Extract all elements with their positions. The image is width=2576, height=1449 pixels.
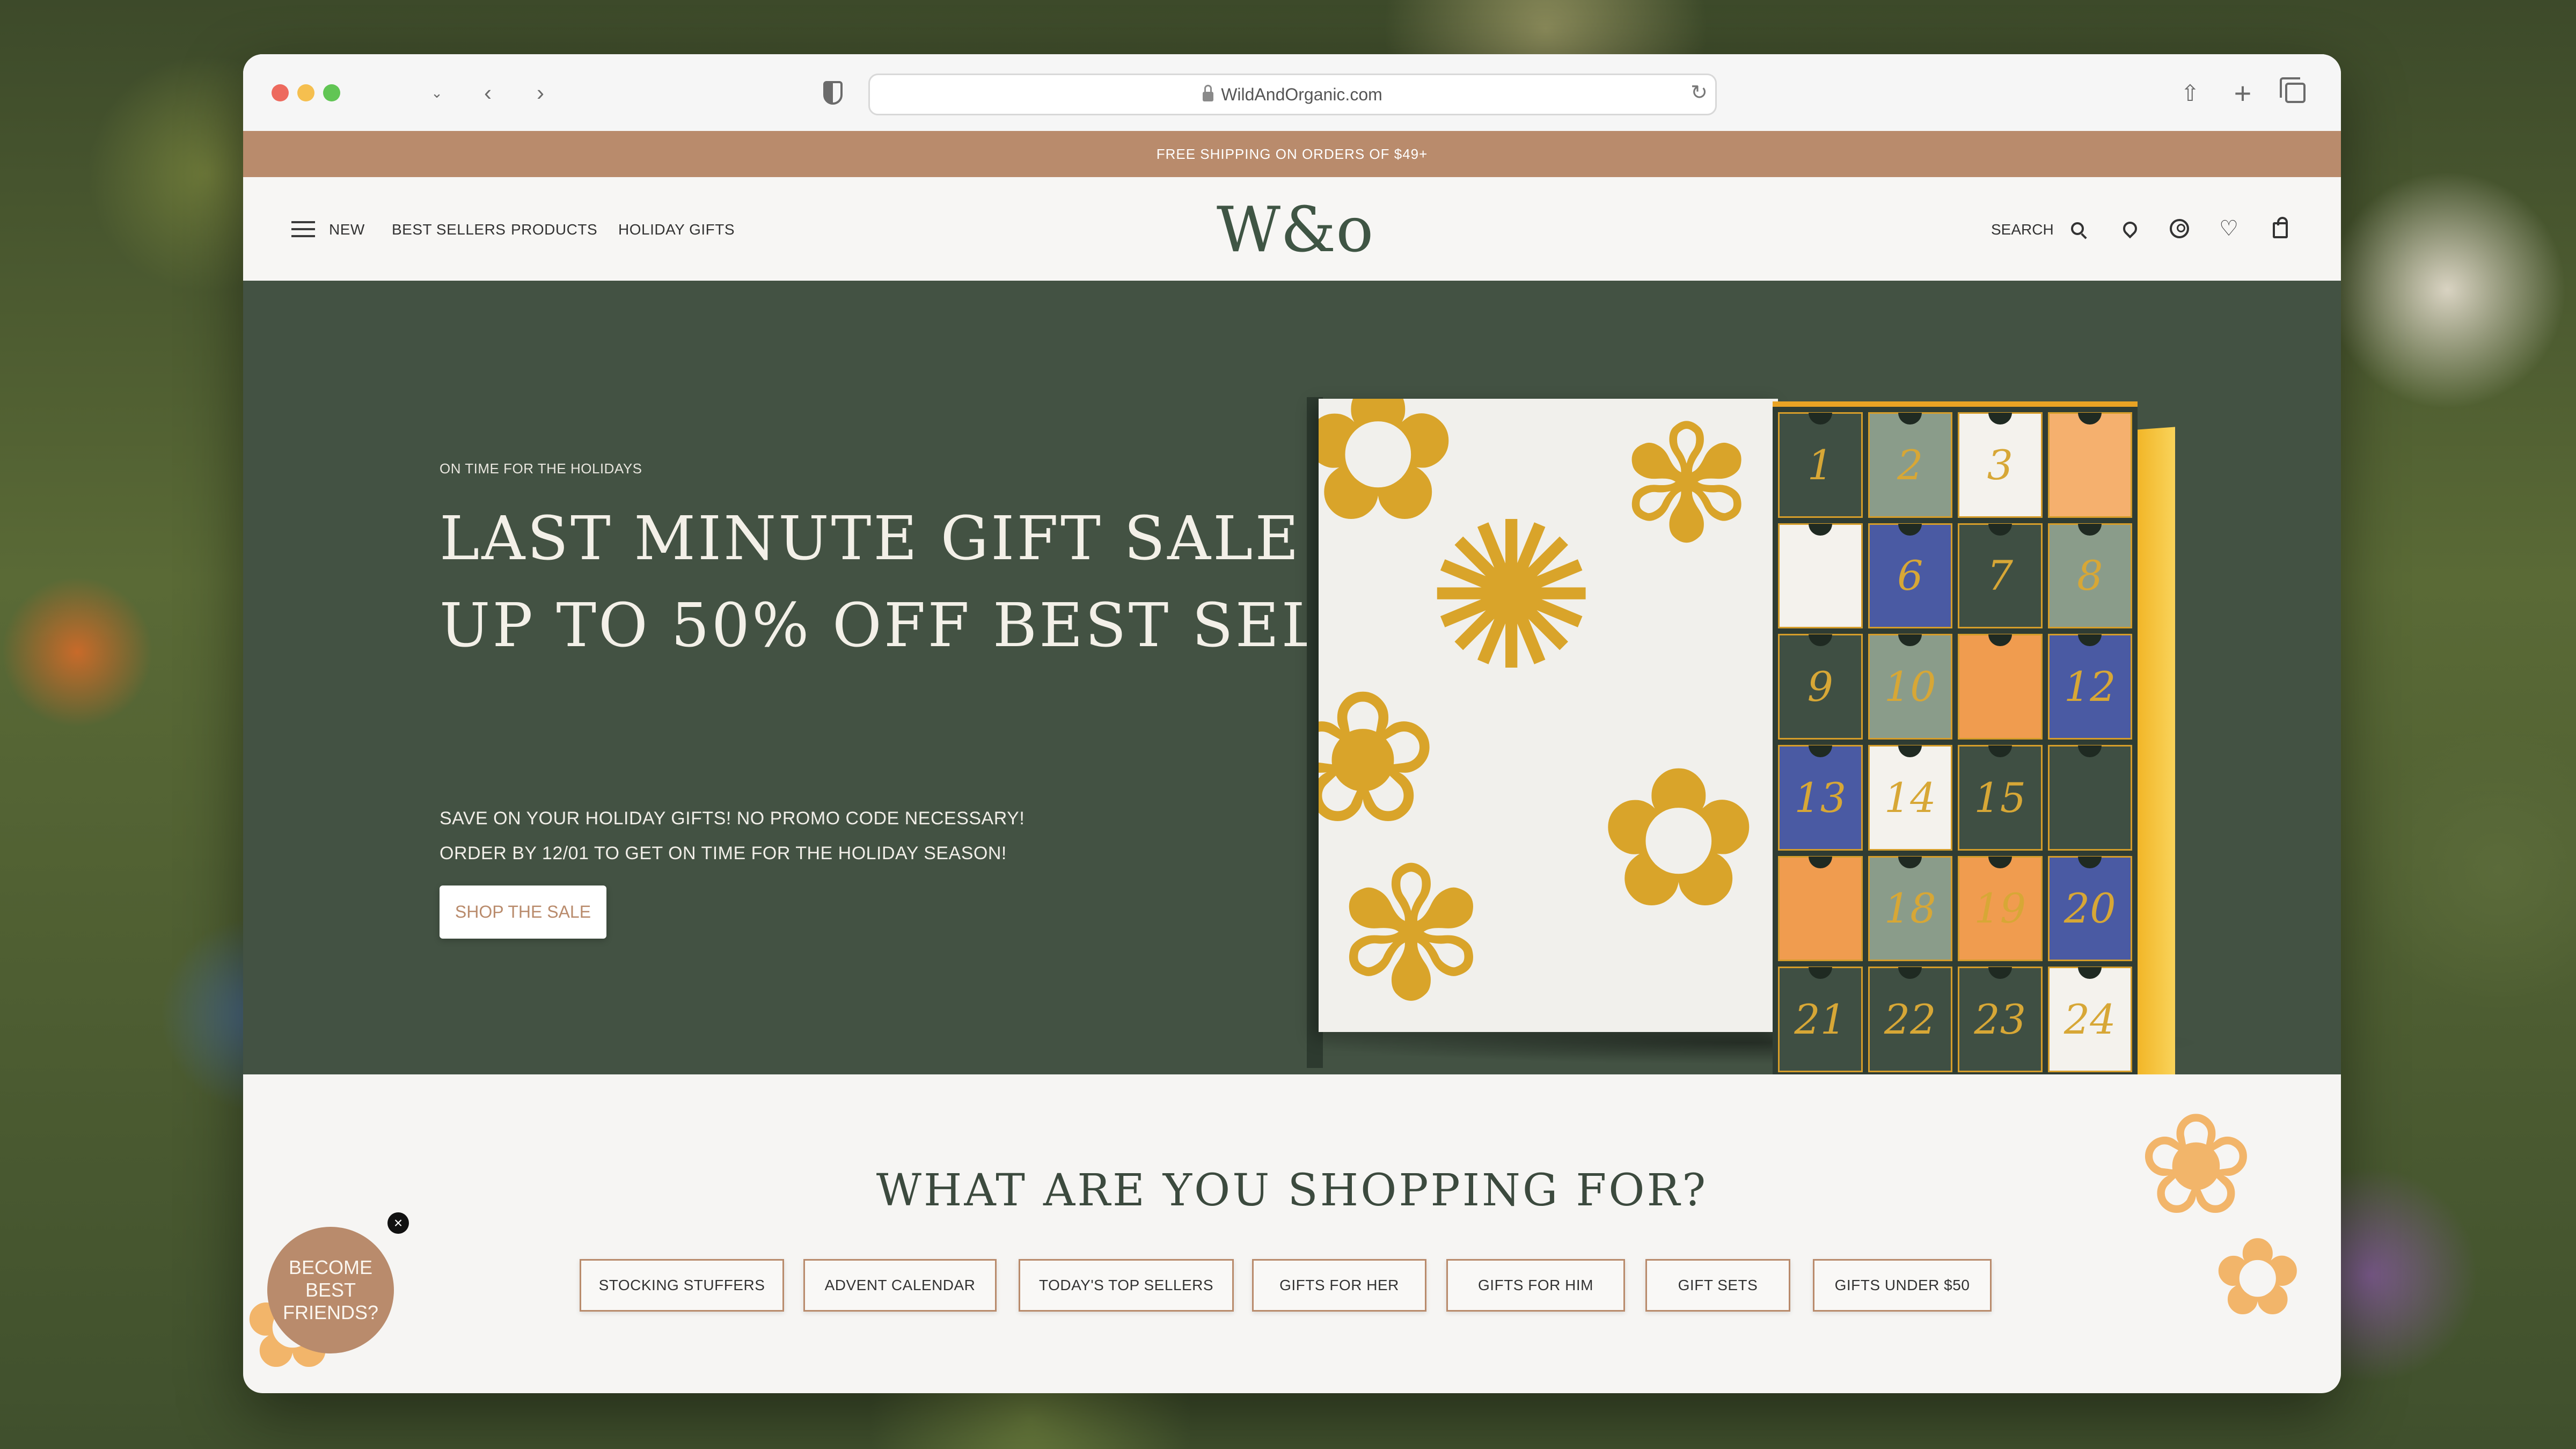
popup-label-line3: FRIENDS? xyxy=(282,1301,379,1323)
become-best-friends-popup[interactable]: BECOME BEST FRIENDS? xyxy=(267,1227,394,1353)
calendar-drawer xyxy=(1778,855,1863,962)
chip-gifts-for-him[interactable]: GIFTS FOR HIM xyxy=(1446,1259,1625,1312)
minimize-window-button[interactable] xyxy=(297,84,314,101)
nav-item-holiday-gifts[interactable]: HOLIDAY GIFTS xyxy=(618,221,735,238)
sunflower-decoration: ✾ xyxy=(1335,833,1488,1032)
heart-icon[interactable]: ♡ xyxy=(2217,217,2241,240)
menu-icon[interactable] xyxy=(291,221,315,237)
site-logo[interactable]: W&o xyxy=(1217,192,1373,267)
calendar-drawer: 12 xyxy=(2047,634,2132,740)
sidebar-toggle-icon[interactable] xyxy=(385,78,1943,208)
share-icon[interactable]: ⇧ xyxy=(2175,78,2205,108)
calendar-drawer: 20 xyxy=(2047,855,2132,962)
close-icon[interactable]: × xyxy=(387,1212,409,1234)
lock-icon xyxy=(1203,85,1214,101)
hero-banner: ON TIME FOR THE HOLIDAYS LAST MINUTE GIF… xyxy=(243,281,2341,1074)
chip-todays-top-sellers[interactable]: TODAY'S TOP SELLERS xyxy=(1019,1259,1234,1312)
calendar-drawer: 7 xyxy=(1958,523,2043,629)
sunflower-decoration: ✺ xyxy=(1426,483,1597,711)
calendar-drawer xyxy=(1778,523,1863,629)
chip-advent-calendar[interactable]: ADVENT CALENDAR xyxy=(803,1259,997,1312)
forward-arrow-icon[interactable]: › xyxy=(525,78,555,108)
calendar-drawer: 8 xyxy=(2047,523,2132,629)
hero-headline-line1: LAST MINUTE GIFT SALE xyxy=(440,504,1301,574)
calendar-drawer: 21 xyxy=(1778,967,1863,1072)
popup-label-line2: BEST xyxy=(305,1279,356,1301)
sunflower-decoration: ✿ xyxy=(1598,731,1760,947)
sunflower-decoration: ❀ xyxy=(1319,656,1439,860)
nav-item-new[interactable]: NEW xyxy=(329,221,365,238)
tab-overview-icon[interactable] xyxy=(2280,77,2310,108)
hero-subtext-line2: ORDER BY 12/01 TO GET ON TIME FOR THE HO… xyxy=(440,843,1007,863)
calendar-drawer: 19 xyxy=(1958,855,2043,962)
chevron-down-icon[interactable]: ⌄ xyxy=(429,78,445,108)
calendar-drawer: 3 xyxy=(1958,412,2043,518)
hero-eyebrow: ON TIME FOR THE HOLIDAYS xyxy=(440,460,642,477)
address-bar-url: WildAndOrganic.com xyxy=(1221,84,1382,104)
site-header: NEW BEST SELLERS PRODUCTS HOLIDAY GIFTS … xyxy=(243,177,2341,281)
address-bar[interactable]: WildAndOrganic.com ↻ xyxy=(868,74,1717,115)
announcement-text: FREE SHIPPING ON ORDERS OF $49+ xyxy=(1156,145,1428,162)
location-pin-icon[interactable] xyxy=(2118,217,2142,240)
floral-decoration-icon: ✿ xyxy=(2213,1218,2303,1337)
calendar-drawer: 15 xyxy=(1958,745,2043,851)
chip-gifts-for-her[interactable]: GIFTS FOR HER xyxy=(1252,1259,1426,1312)
account-icon[interactable] xyxy=(2168,217,2191,240)
advent-calendar-drawers: 1 2 3 6 7 8 9 10 12 13 14 15 18 19 20 21 22 23 24 xyxy=(1773,407,2138,1074)
hero-subtext-line1: SAVE ON YOUR HOLIDAY GIFTS! NO PROMO COD… xyxy=(440,808,1025,829)
chip-gift-sets[interactable]: GIFT SETS xyxy=(1645,1259,1790,1312)
calendar-drawer: 9 xyxy=(1778,634,1863,740)
advent-calendar-cover: ✿ ✾ ✺ ❀ ✿ ✾ xyxy=(1319,399,1778,1032)
calendar-drawer xyxy=(2047,412,2132,518)
shop-the-sale-button[interactable]: SHOP THE SALE xyxy=(440,885,606,939)
chip-gifts-under-50[interactable]: GIFTS UNDER $50 xyxy=(1813,1259,1992,1312)
calendar-drawer: 22 xyxy=(1868,967,1952,1072)
privacy-shield-icon[interactable] xyxy=(818,78,848,108)
calendar-drawer: 6 xyxy=(1868,523,1952,629)
search-label[interactable]: SEARCH xyxy=(1991,221,2054,238)
browser-toolbar: ⌄ ‹ › WildAndOrganic.com ↻ ⇧ + xyxy=(243,54,2341,208)
calendar-drawer: 23 xyxy=(1958,967,2043,1072)
calendar-drawer: 1 xyxy=(1778,412,1863,518)
sunflower-decoration: ✾ xyxy=(1619,399,1754,575)
shopping-section-title: WHAT ARE YOU SHOPPING FOR? xyxy=(876,1165,1708,1216)
calendar-drawer: 18 xyxy=(1868,855,1952,962)
announcement-bar: FREE SHIPPING ON ORDERS OF $49+ xyxy=(243,131,2341,177)
chip-stocking-stuffers[interactable]: STOCKING STUFFERS xyxy=(580,1259,784,1312)
new-tab-icon[interactable]: + xyxy=(2228,76,2258,110)
back-arrow-icon[interactable]: ‹ xyxy=(473,78,503,108)
bag-icon[interactable] xyxy=(2268,217,2292,240)
calendar-drawer: 10 xyxy=(1868,634,1952,740)
zoom-window-button[interactable] xyxy=(323,84,340,101)
popup-label-line1: BECOME xyxy=(288,1256,373,1278)
calendar-drawer: 24 xyxy=(2047,967,2132,1072)
nav-item-products[interactable]: PRODUCTS xyxy=(511,221,597,238)
calendar-drawer: 13 xyxy=(1778,745,1863,851)
close-window-button[interactable] xyxy=(272,84,289,101)
calendar-drawer: 2 xyxy=(1868,412,1952,518)
floral-decoration-icon: ❀ xyxy=(2138,1087,2255,1243)
advent-calendar-box: 1 2 3 6 7 8 9 10 12 13 14 15 18 19 20 21 22 23 24 xyxy=(1773,385,2180,1074)
calendar-drawer xyxy=(2047,745,2132,851)
reload-icon[interactable]: ↻ xyxy=(1690,80,1708,105)
calendar-drawer: 14 xyxy=(1868,745,1952,851)
nav-item-best-sellers[interactable]: BEST SELLERS xyxy=(392,221,506,238)
browser-window: ⌄ ‹ › WildAndOrganic.com ↻ ⇧ + FREE SHIP… xyxy=(243,54,2341,1393)
calendar-drawer xyxy=(1958,634,2043,740)
search-icon[interactable] xyxy=(2066,217,2089,240)
